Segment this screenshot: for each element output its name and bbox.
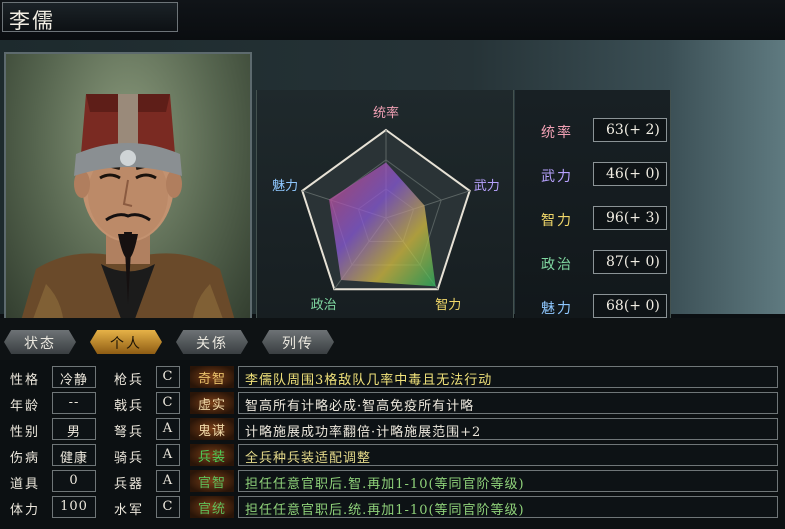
aptitude-value: A — [156, 418, 180, 440]
personal-value: 男 — [52, 418, 96, 440]
skill-tag[interactable]: 虚实 — [190, 392, 234, 414]
skill-description: 李儒队周围3格敌队几率中毒且无法行动 — [238, 366, 778, 388]
aptitude-value: C — [156, 366, 180, 388]
portrait-figure-icon — [16, 94, 240, 338]
aptitude-value: C — [156, 496, 180, 518]
stat-label-war: 武力 — [541, 169, 573, 185]
personal-label: 体力 — [10, 503, 41, 518]
stat-radar-chart: 统率武力智力 政治 魅力 — [272, 105, 500, 313]
personal-value: 健康 — [52, 444, 96, 466]
stat-label-pol: 政治 — [541, 257, 573, 273]
tab-biography[interactable]: 列传 — [262, 330, 334, 354]
stat-label-lead: 统率 — [541, 125, 573, 141]
aptitude-value: A — [156, 444, 180, 466]
character-name: 李儒 — [9, 9, 55, 33]
character-name-plate: 李儒 — [2, 2, 178, 33]
skill-tag[interactable]: 鬼谋 — [190, 418, 234, 440]
aptitude-value: A — [156, 470, 180, 492]
radar-label-lead: 统率 — [373, 105, 399, 121]
stat-value-pol: 87(+ 0) — [593, 250, 667, 274]
stat-value-chr: 68(+ 0) — [593, 294, 667, 318]
personal-label: 伤病 — [10, 451, 41, 466]
personal-label: 年龄 — [10, 399, 41, 414]
personal-value: -- — [52, 392, 96, 414]
skill-tag[interactable]: 官智 — [190, 470, 234, 492]
skill-tag[interactable]: 官统 — [190, 496, 234, 518]
skill-description: 担任任意官职后.统.再加1-10(等同官阶等级) — [238, 496, 778, 518]
aptitude-label: 弩兵 — [114, 425, 145, 440]
stat-value-war: 46(+ 0) — [593, 162, 667, 186]
personal-value: 100 — [52, 496, 96, 518]
tab-status[interactable]: 状态 — [4, 330, 76, 354]
skill-description: 全兵种兵装适配调整 — [238, 444, 778, 466]
stat-value-int: 96(+ 3) — [593, 206, 667, 230]
personal-value: 冷静 — [52, 366, 96, 388]
personal-label: 性格 — [10, 373, 41, 388]
aptitude-label: 枪兵 — [114, 373, 145, 388]
tab-relations[interactable]: 关係 — [176, 330, 248, 354]
stat-row-int: 智力 96(+ 3) — [515, 206, 671, 232]
skill-tag[interactable]: 兵装 — [190, 444, 234, 466]
skill-description: 计略施展成功率翻倍·计略施展范围+2 — [238, 418, 778, 440]
aptitude-label: 戟兵 — [114, 399, 145, 414]
radar-label-chr: 魅力 — [272, 179, 298, 194]
personal-label: 性别 — [10, 425, 41, 440]
title-bar: 李儒 — [0, 0, 785, 40]
radar-label-war: 武力 — [474, 179, 500, 194]
aptitude-label: 兵器 — [114, 477, 145, 492]
aptitude-label: 骑兵 — [114, 451, 145, 466]
personal-value: 0 — [52, 470, 96, 492]
skill-description: 担任任意官职后.智.再加1-10(等同官阶等级) — [238, 470, 778, 492]
radar-label-int: 智力 — [435, 298, 461, 313]
stat-value-lead: 63(+ 2) — [593, 118, 667, 142]
tab-bar: 状态 个人 关係 列传 — [0, 318, 785, 360]
stat-radar-panel: 统率武力智力 政治 魅力 — [256, 90, 514, 340]
radar-label-pol: 政治 — [311, 298, 337, 313]
tab-personal[interactable]: 个人 — [90, 330, 162, 354]
skill-description: 智高所有计略必成·智高免疫所有计略 — [238, 392, 778, 414]
stat-row-lead: 统率 63(+ 2) — [515, 118, 671, 144]
stat-label-int: 智力 — [541, 213, 573, 229]
stat-list: 统率 63(+ 2) 武力 46(+ 0) 智力 96(+ 3) 政治 87(+… — [515, 90, 671, 340]
stat-label-chr: 魅力 — [541, 301, 573, 317]
character-portrait — [4, 52, 252, 340]
aptitude-value: C — [156, 392, 180, 414]
skill-tag[interactable]: 奇智 — [190, 366, 234, 388]
personal-label: 道具 — [10, 477, 41, 492]
stat-row-chr: 魅力 68(+ 0) — [515, 294, 671, 320]
main-panel: 统率 武力 智力 政治 魅力 统率 63(+ 2) 武力 46(+ 0) 智力 96(+… — [0, 40, 785, 340]
stat-row-war: 武力 46(+ 0) — [515, 162, 671, 188]
stat-row-pol: 政治 87(+ 0) — [515, 250, 671, 276]
personal-info-area: 性格 冷静 年龄 -- 性别 男 伤病 健康 道具 0 体力 100 枪兵 C … — [0, 360, 785, 529]
aptitude-label: 水军 — [114, 503, 145, 518]
